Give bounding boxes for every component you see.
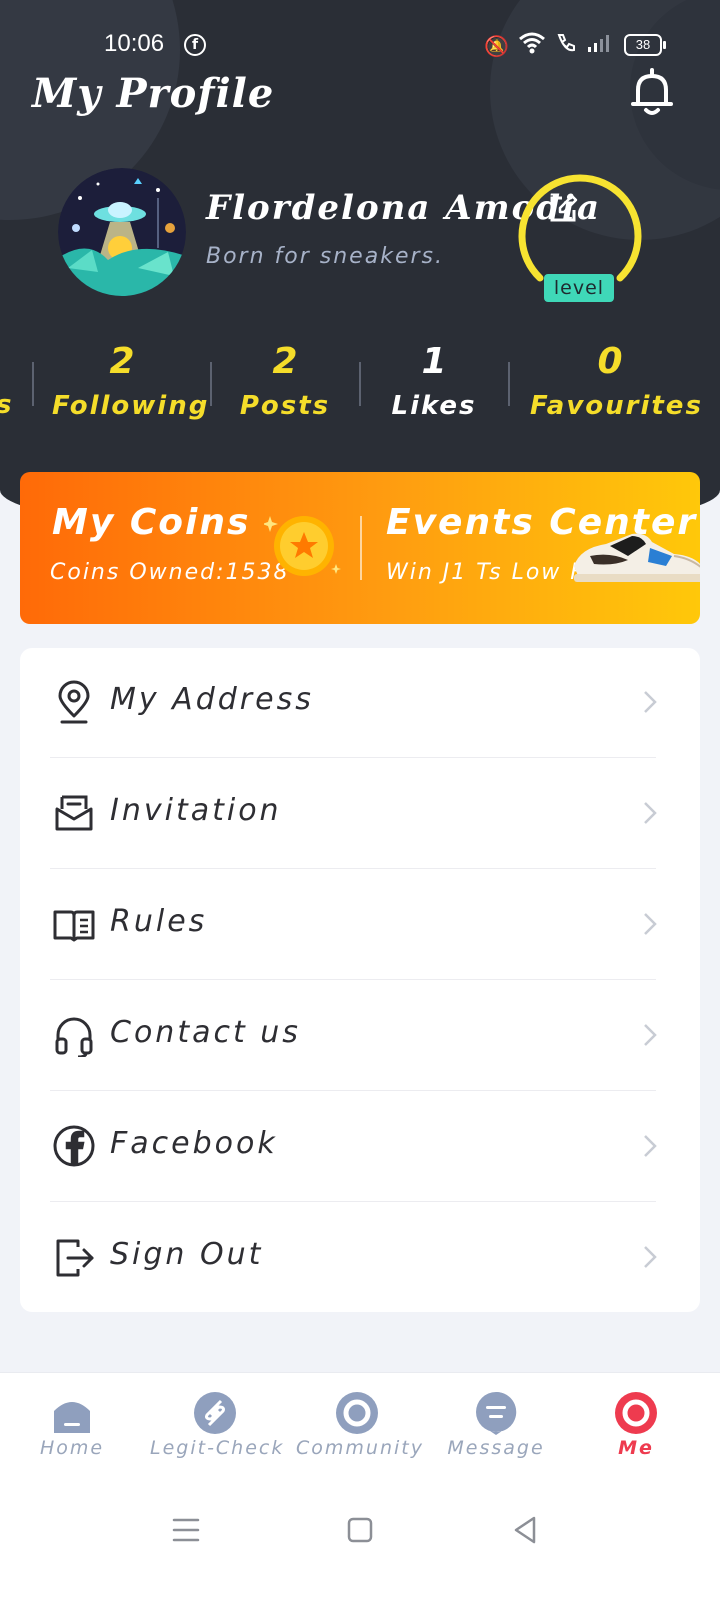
edit-profile-icon[interactable] — [548, 194, 578, 224]
menu-item-facebook[interactable]: Facebook — [50, 1092, 670, 1202]
message-icon — [476, 1391, 517, 1435]
tab-community[interactable]: Community — [296, 1391, 422, 1459]
menu-item-contact-us[interactable]: Contact us — [50, 981, 670, 1091]
status-icons: 🔕 — [484, 32, 613, 59]
facebook-notification-icon: f — [184, 34, 206, 56]
recent-apps-icon[interactable] — [166, 1510, 206, 1550]
menu-item-label: Sign Out — [110, 1237, 264, 1272]
menu-item-label: Invitation — [110, 793, 282, 828]
notification-bell-icon[interactable] — [630, 66, 674, 116]
battery-icon: 38 — [624, 34, 666, 56]
chevron-right-icon — [640, 797, 660, 829]
page-title: My Profile — [32, 70, 275, 117]
coin-icon — [262, 508, 342, 586]
tab-legit-check[interactable]: Legit-Check — [150, 1391, 282, 1459]
menu-item-invitation[interactable]: Invitation — [50, 759, 670, 869]
facebook-icon — [52, 1124, 96, 1168]
profile-stats: 2 Following 2 Posts 1 Likes 0 Favourites — [0, 340, 720, 440]
status-time: 10:06 — [104, 30, 165, 57]
menu-item-label: Rules — [110, 904, 208, 939]
tab-me[interactable]: Me — [604, 1391, 668, 1459]
stat-divider — [32, 362, 34, 406]
menu-item-rules[interactable]: Rules — [50, 870, 670, 980]
signal-icon — [587, 33, 613, 58]
stat-following[interactable]: 2 Following — [52, 340, 207, 428]
stat-divider — [359, 362, 361, 406]
location-pin-icon — [52, 680, 96, 724]
sneaker-image — [570, 526, 700, 586]
my-coins-title: My Coins — [52, 502, 251, 543]
stat-divider — [210, 362, 212, 406]
coins-owned: Coins Owned:1538 — [50, 560, 290, 585]
user-bio: Born for sneakers. — [206, 244, 444, 269]
book-icon — [52, 902, 96, 946]
me-icon — [615, 1392, 657, 1434]
settings-menu: My Address Invitation Rules Contact us F… — [20, 648, 700, 1312]
envelope-icon — [52, 791, 96, 835]
menu-item-label: Facebook — [110, 1126, 278, 1161]
menu-item-label: Contact us — [110, 1015, 301, 1050]
home-button-icon[interactable] — [340, 1510, 380, 1550]
back-icon[interactable] — [506, 1510, 546, 1550]
community-icon — [336, 1392, 378, 1434]
menu-item-sign-out[interactable]: Sign Out — [50, 1203, 670, 1313]
home-icon — [54, 1402, 90, 1433]
chevron-right-icon — [640, 908, 660, 940]
mute-icon: 🔕 — [484, 33, 509, 58]
tab-message[interactable]: Message — [446, 1391, 546, 1459]
status-bar: 10:06 f 🔕 38 — [0, 28, 720, 64]
bottom-tab-bar: Home Legit-Check Community Message Me — [0, 1372, 720, 1480]
my-coins-card[interactable]: My Coins Coins Owned:1538 — [20, 472, 360, 624]
stat-posts[interactable]: 2 Posts — [232, 340, 338, 428]
sign-out-icon — [52, 1235, 96, 1279]
menu-item-my-address[interactable]: My Address — [50, 648, 670, 758]
headset-icon — [52, 1013, 96, 1059]
avatar[interactable] — [58, 168, 186, 296]
legit-check-icon — [194, 1392, 236, 1434]
chevron-right-icon — [640, 686, 660, 718]
stat-favourites[interactable]: 0 Favourites — [530, 340, 701, 428]
chevron-right-icon — [640, 1241, 660, 1273]
wifi-icon — [518, 32, 545, 59]
tab-home[interactable]: Home — [30, 1391, 114, 1459]
level-badge[interactable]: level — [544, 274, 614, 302]
promo-banner: My Coins Coins Owned:1538 Events Center … — [20, 472, 700, 624]
chevron-right-icon — [640, 1019, 660, 1051]
stat-likes[interactable]: 1 Likes — [384, 340, 484, 428]
menu-item-label: My Address — [110, 682, 314, 717]
system-navigation-bar — [0, 1480, 720, 1600]
wifi-call-icon — [555, 32, 577, 59]
chevron-right-icon — [640, 1130, 660, 1162]
stat-divider — [508, 362, 510, 406]
